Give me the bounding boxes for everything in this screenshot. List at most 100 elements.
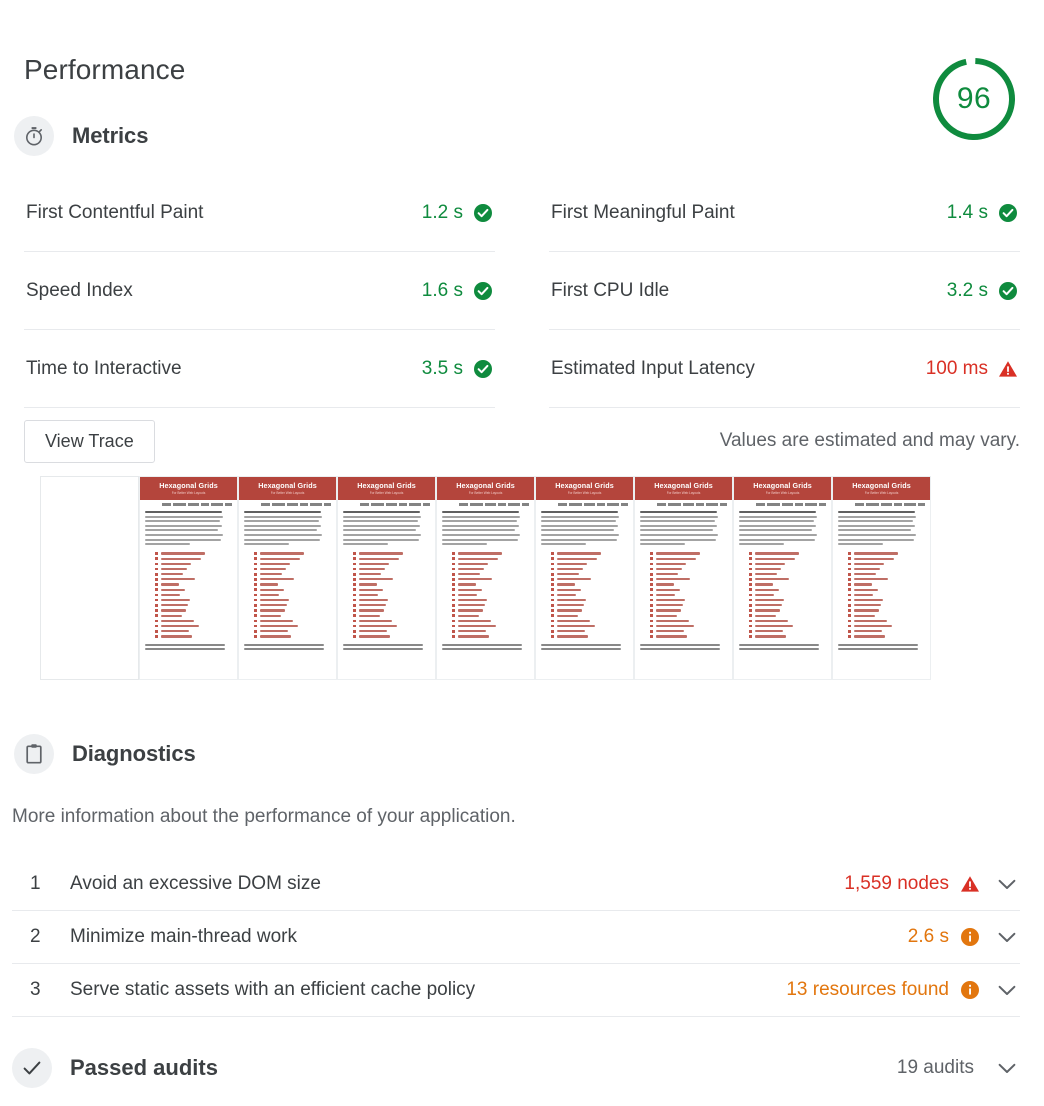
filmstrip-frame-blank	[40, 476, 139, 680]
thumb-header-band: Hexagonal Grids For Better Web Layouts	[635, 477, 732, 500]
thumb-nav	[145, 503, 232, 507]
thumb-page-subtitle: For Better Web Layouts	[468, 491, 503, 495]
metric-label: Estimated Input Latency	[551, 357, 755, 379]
check-circle-icon	[473, 281, 493, 301]
metric-value: 1.2 s	[421, 201, 463, 223]
audit-row-cache-policy[interactable]: 3 Serve static assets with an efficient …	[12, 964, 1020, 1017]
passed-audits-toggle[interactable]: Passed audits 19 audits	[12, 1042, 1020, 1094]
thumb-body	[239, 500, 336, 638]
thumb-page-title: Hexagonal Grids	[753, 481, 812, 490]
thumb-nav	[838, 503, 925, 507]
thumb-page-subtitle: For Better Web Layouts	[171, 491, 206, 495]
thumb-footer	[140, 643, 237, 651]
filmstrip-frame: Hexagonal Grids For Better Web Layouts	[832, 476, 931, 680]
thumb-page-title: Hexagonal Grids	[852, 481, 911, 490]
checkmark-icon	[12, 1048, 52, 1088]
audit-value: 13 resources found	[786, 979, 949, 1000]
audit-index: 1	[30, 873, 41, 894]
metric-row-speed-index: Speed Index 1.6 s	[24, 252, 495, 330]
thumb-header-band: Hexagonal Grids For Better Web Layouts	[140, 477, 237, 500]
thumb-nav	[541, 503, 628, 507]
thumb-list	[353, 552, 430, 638]
thumb-header-band: Hexagonal Grids For Better Web Layouts	[536, 477, 633, 500]
check-circle-icon	[998, 281, 1018, 301]
passed-audits-count: 19 audits	[896, 1057, 974, 1078]
screenshot-filmstrip: Hexagonal Grids For Better Web Layouts H…	[40, 476, 1022, 680]
info-circle-icon	[960, 927, 980, 947]
thumb-page-subtitle: For Better Web Layouts	[765, 491, 800, 495]
thumb-body	[635, 500, 732, 638]
metrics-table: First Contentful Paint 1.2 s First Meani…	[24, 174, 1020, 408]
warning-triangle-icon	[960, 874, 980, 894]
filmstrip-frame: Hexagonal Grids For Better Web Layouts	[733, 476, 832, 680]
filmstrip-frame: Hexagonal Grids For Better Web Layouts	[238, 476, 337, 680]
thumb-nav	[343, 503, 430, 507]
thumb-list	[650, 552, 727, 638]
thumb-nav	[244, 503, 331, 507]
chevron-down-icon[interactable]	[994, 985, 1020, 996]
thumb-footer	[536, 643, 633, 651]
metrics-column-gap	[495, 252, 549, 330]
chevron-down-icon[interactable]	[994, 879, 1020, 890]
clipboard-icon	[14, 734, 54, 774]
thumb-nav	[739, 503, 826, 507]
filmstrip-frame: Hexagonal Grids For Better Web Layouts	[337, 476, 436, 680]
audit-value: 1,559 nodes	[844, 873, 949, 894]
thumb-page-subtitle: For Better Web Layouts	[864, 491, 899, 495]
audit-title: Serve static assets with an efficient ca…	[70, 979, 476, 1000]
metric-value: 3.2 s	[946, 279, 988, 301]
thumb-body	[536, 500, 633, 638]
thumb-body	[140, 500, 237, 638]
thumb-list	[848, 552, 925, 638]
thumb-list	[254, 552, 331, 638]
audit-index: 2	[30, 926, 41, 947]
thumb-nav	[442, 503, 529, 507]
thumb-header-band: Hexagonal Grids For Better Web Layouts	[437, 477, 534, 500]
metric-row-first-meaningful-paint: First Meaningful Paint 1.4 s	[549, 174, 1020, 252]
audit-row-main-thread-work[interactable]: 2 Minimize main-thread work 2.6 s	[12, 911, 1020, 964]
diagnostics-section-header: Diagnostics	[14, 734, 196, 774]
thumb-footer	[437, 643, 534, 651]
thumb-list	[749, 552, 826, 638]
stopwatch-icon	[14, 116, 54, 156]
thumb-page-title: Hexagonal Grids	[456, 481, 515, 490]
thumb-nav	[640, 503, 727, 507]
thumb-header-band: Hexagonal Grids For Better Web Layouts	[338, 477, 435, 500]
thumb-list	[155, 552, 232, 638]
thumb-footer	[239, 643, 336, 651]
check-circle-icon	[473, 203, 493, 223]
score-value: 96	[956, 82, 992, 115]
audit-title: Avoid an excessive DOM size	[70, 873, 321, 894]
performance-score-gauge: 96	[928, 53, 1020, 145]
thumb-body	[833, 500, 930, 638]
thumb-header-band: Hexagonal Grids For Better Web Layouts	[833, 477, 930, 500]
passed-audits-title: Passed audits	[70, 1055, 218, 1080]
warning-triangle-icon	[998, 359, 1018, 379]
diagnostics-audit-list: 1 Avoid an excessive DOM size 1,559 node…	[12, 858, 1020, 1017]
thumb-page-title: Hexagonal Grids	[159, 481, 218, 490]
thumb-header-band: Hexagonal Grids For Better Web Layouts	[239, 477, 336, 500]
info-circle-icon	[960, 980, 980, 1000]
thumb-body	[338, 500, 435, 638]
filmstrip-frame: Hexagonal Grids For Better Web Layouts	[535, 476, 634, 680]
metric-value: 3.5 s	[421, 357, 463, 379]
metric-label: Speed Index	[26, 279, 133, 301]
metrics-section-header: Metrics	[14, 116, 148, 156]
thumb-body	[437, 500, 534, 638]
thumb-list	[551, 552, 628, 638]
audit-row-dom-size[interactable]: 1 Avoid an excessive DOM size 1,559 node…	[12, 858, 1020, 911]
thumb-body	[734, 500, 831, 638]
metric-value: 1.6 s	[421, 279, 463, 301]
thumb-page-title: Hexagonal Grids	[357, 481, 416, 490]
thumb-page-title: Hexagonal Grids	[555, 481, 614, 490]
metric-row-first-cpu-idle: First CPU Idle 3.2 s	[549, 252, 1020, 330]
diagnostics-section-title: Diagnostics	[72, 741, 196, 766]
metric-row-time-to-interactive: Time to Interactive 3.5 s	[24, 330, 495, 408]
trace-row: View Trace Values are estimated and may …	[24, 416, 1020, 466]
chevron-down-icon[interactable]	[994, 932, 1020, 943]
view-trace-button[interactable]: View Trace	[24, 419, 155, 463]
check-circle-icon	[998, 203, 1018, 223]
estimated-values-note: Values are estimated and may vary.	[719, 430, 1020, 451]
chevron-down-icon[interactable]	[994, 1063, 1020, 1074]
check-circle-icon	[473, 359, 493, 379]
